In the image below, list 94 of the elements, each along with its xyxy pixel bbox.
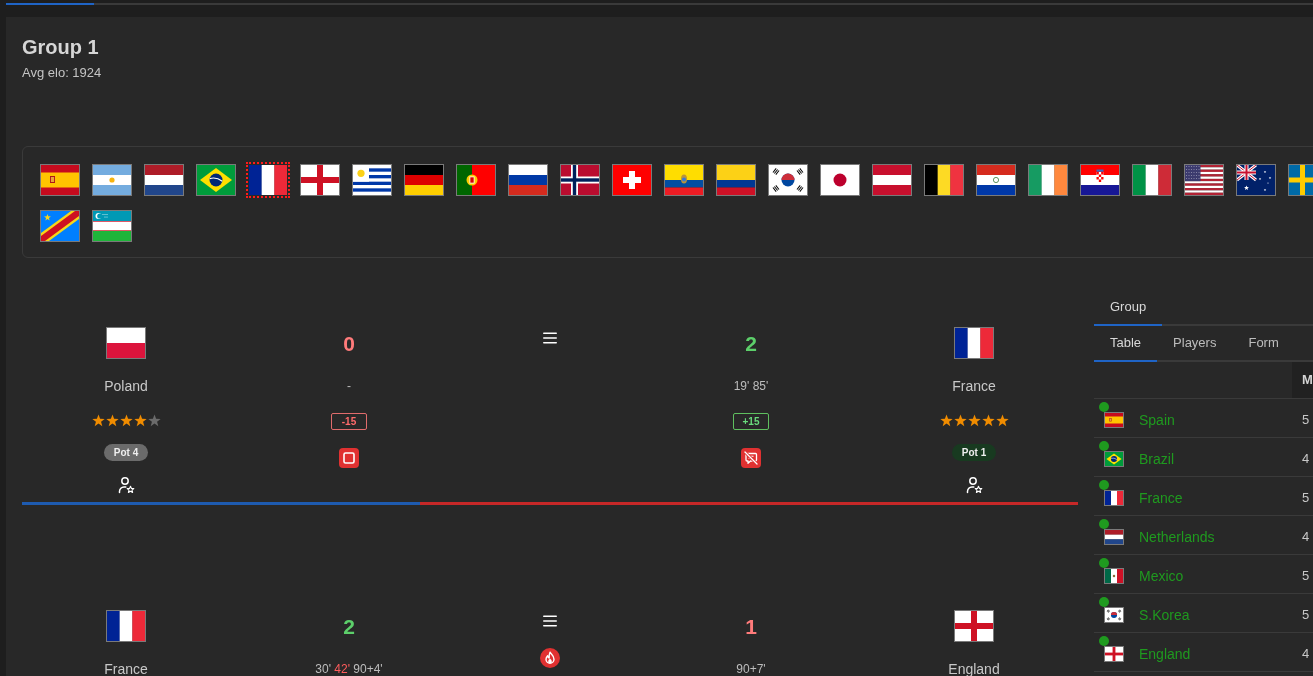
- view-tab[interactable]: Form: [1232, 326, 1295, 362]
- team-name: Spain: [1139, 411, 1175, 428]
- score: 2: [343, 615, 355, 639]
- star-icon: [147, 413, 161, 427]
- england-flag-icon[interactable]: [300, 164, 340, 196]
- flame-icon: [540, 648, 560, 668]
- ireland-flag-icon[interactable]: [1028, 164, 1068, 196]
- goal-minute: 90+7': [736, 662, 766, 676]
- netherlands-flag-icon[interactable]: [144, 164, 184, 196]
- england-flag-icon: [1104, 645, 1124, 662]
- team-name: France: [1139, 489, 1183, 506]
- france-flag-icon: [954, 327, 994, 359]
- goal-minute: 19': [733, 379, 750, 393]
- team-name: England: [948, 661, 1000, 676]
- paraguay-flag-icon[interactable]: [976, 164, 1016, 196]
- table-cell-text: 5: [1301, 606, 1311, 623]
- star-icon: [939, 413, 953, 427]
- korea-flag-icon[interactable]: [768, 164, 808, 196]
- group-title: Group 1: [22, 35, 100, 59]
- user-star-icon[interactable]: [117, 476, 135, 494]
- italy-flag-icon[interactable]: [1132, 164, 1172, 196]
- menu-icon[interactable]: [543, 615, 557, 627]
- menu-icon[interactable]: [543, 332, 557, 344]
- mexico-flag-icon: [1104, 567, 1124, 584]
- spain-flag-icon[interactable]: [40, 164, 80, 196]
- team-name: Netherlands: [1139, 528, 1215, 545]
- usa-flag-icon[interactable]: [1184, 164, 1224, 196]
- germany-flag-icon[interactable]: [404, 164, 444, 196]
- japan-flag-icon[interactable]: [820, 164, 860, 196]
- team-name: Poland: [104, 378, 148, 394]
- poland-flag-icon: [106, 327, 146, 359]
- spain-flag-icon: [1104, 411, 1124, 428]
- croatia-flag-icon[interactable]: [1080, 164, 1120, 196]
- star-icon: [981, 413, 995, 427]
- user-star-icon[interactable]: [965, 476, 983, 494]
- brazil-flag-icon[interactable]: [196, 164, 236, 196]
- view-tab[interactable]: Table: [1094, 326, 1158, 362]
- star-icon: [967, 413, 981, 427]
- colombia-flag-icon[interactable]: [716, 164, 756, 196]
- belgium-flag-icon[interactable]: [924, 164, 964, 196]
- elo-change-badge: -15: [331, 413, 367, 430]
- star-icon: [953, 413, 967, 427]
- column-header: M: [1292, 362, 1313, 398]
- table-cell-text: 4: [1301, 528, 1311, 545]
- korea-flag-icon: [1104, 606, 1124, 623]
- uruguay-flag-icon[interactable]: [352, 164, 392, 196]
- goal-minute: 85': [752, 379, 769, 393]
- elo-change-badge: +15: [733, 413, 769, 430]
- goal-minute: 30': [315, 662, 331, 676]
- table-cell-text: 4: [1301, 450, 1311, 467]
- england-flag-icon: [954, 610, 994, 642]
- table-cell-text: 4: [1301, 645, 1311, 662]
- france-flag-icon[interactable]: [248, 164, 288, 196]
- avg-elo-text: Avg elo: 1924: [22, 65, 103, 81]
- pot-badge: Pot 4: [103, 444, 149, 461]
- france-flag-icon: [106, 610, 146, 642]
- team-name: Mexico: [1139, 567, 1184, 584]
- team-name: England: [1139, 645, 1191, 662]
- table-cell-text: 5: [1301, 489, 1311, 506]
- score: 2: [745, 332, 757, 356]
- drcongo-flag-icon[interactable]: [40, 210, 80, 242]
- score: 0: [343, 332, 355, 356]
- score: 1: [745, 615, 757, 639]
- uzbekistan-flag-icon[interactable]: [92, 210, 132, 242]
- speech-bubble-off-icon: [741, 448, 761, 468]
- netherlands-flag-icon: [1104, 528, 1124, 545]
- group-tab[interactable]: Group: [1094, 290, 1163, 326]
- norway-flag-icon[interactable]: [560, 164, 600, 196]
- ecuador-flag-icon[interactable]: [664, 164, 704, 196]
- star-icon: [105, 413, 119, 427]
- australia-flag-icon[interactable]: [1236, 164, 1276, 196]
- team-name: France: [104, 661, 148, 676]
- portugal-flag-icon[interactable]: [456, 164, 496, 196]
- goal-minute: 90+4': [353, 662, 383, 676]
- star-icon: [133, 413, 147, 427]
- view-tab[interactable]: Players: [1157, 326, 1233, 362]
- austria-flag-icon[interactable]: [872, 164, 912, 196]
- pot-badge: Pot 1: [951, 444, 997, 461]
- goal-minute: -: [347, 379, 351, 393]
- star-icon: [119, 413, 133, 427]
- goal-minute: 42': [334, 662, 350, 676]
- team-name: Brazil: [1139, 450, 1174, 467]
- russia-flag-icon[interactable]: [508, 164, 548, 196]
- brazil-flag-icon: [1104, 450, 1124, 467]
- team-name: S.Korea: [1139, 606, 1190, 623]
- table-cell-text: 5: [1301, 411, 1311, 428]
- star-icon: [91, 413, 105, 427]
- table-cell-text: 5: [1301, 567, 1311, 584]
- square-icon: [339, 448, 359, 468]
- switzerland-flag-icon[interactable]: [612, 164, 652, 196]
- france-flag-icon: [1104, 489, 1124, 506]
- team-name: France: [952, 378, 996, 394]
- argentina-flag-icon[interactable]: [92, 164, 132, 196]
- star-icon: [995, 413, 1009, 427]
